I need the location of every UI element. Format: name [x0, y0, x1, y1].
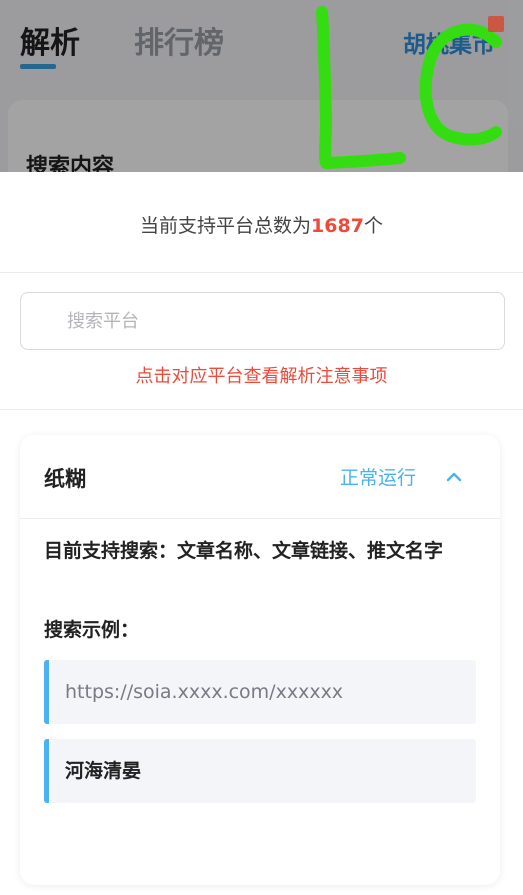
- platform-sheet: 当前支持平台总数为1687个 点击对应平台查看解析注意事项 纸糊 正常运行 目前…: [0, 172, 523, 895]
- example-item[interactable]: https://soia.xxxx.com/xxxxxx: [44, 660, 476, 724]
- chevron-up-icon[interactable]: [444, 467, 464, 487]
- screen: 解析 排行榜 胡桃集市 搜索内容 LC 当前支持平台总数为1687个 点击对应平…: [0, 0, 523, 895]
- platform-status: 正常运行: [340, 467, 417, 489]
- card-divider: [20, 518, 500, 519]
- platform-card-header[interactable]: 纸糊 正常运行: [20, 435, 500, 518]
- hint-text: 点击对应平台查看解析注意事项: [135, 366, 388, 387]
- platform-total: 当前支持平台总数为1687个: [0, 212, 523, 240]
- total-count: 1687: [311, 215, 364, 237]
- example-item[interactable]: 河海清晏: [44, 739, 476, 803]
- support-description: 目前支持搜索：文章名称、文章链接、推文名字: [44, 540, 444, 562]
- total-prefix: 当前支持平台总数为: [140, 215, 312, 237]
- corner-marker: [488, 16, 504, 32]
- divider: [0, 272, 523, 273]
- platform-search-box[interactable]: [20, 292, 505, 350]
- platform-search-input[interactable]: [67, 293, 487, 349]
- example-text: 河海清晏: [65, 760, 142, 782]
- example-label: 搜索示例：: [44, 619, 140, 641]
- platform-name: 纸糊: [44, 467, 86, 491]
- example-text: https://soia.xxxx.com/xxxxxx: [65, 681, 344, 703]
- platform-card: 纸糊 正常运行 目前支持搜索：文章名称、文章链接、推文名字 搜索示例： http…: [20, 435, 500, 885]
- total-suffix: 个: [363, 215, 383, 237]
- divider: [0, 409, 523, 410]
